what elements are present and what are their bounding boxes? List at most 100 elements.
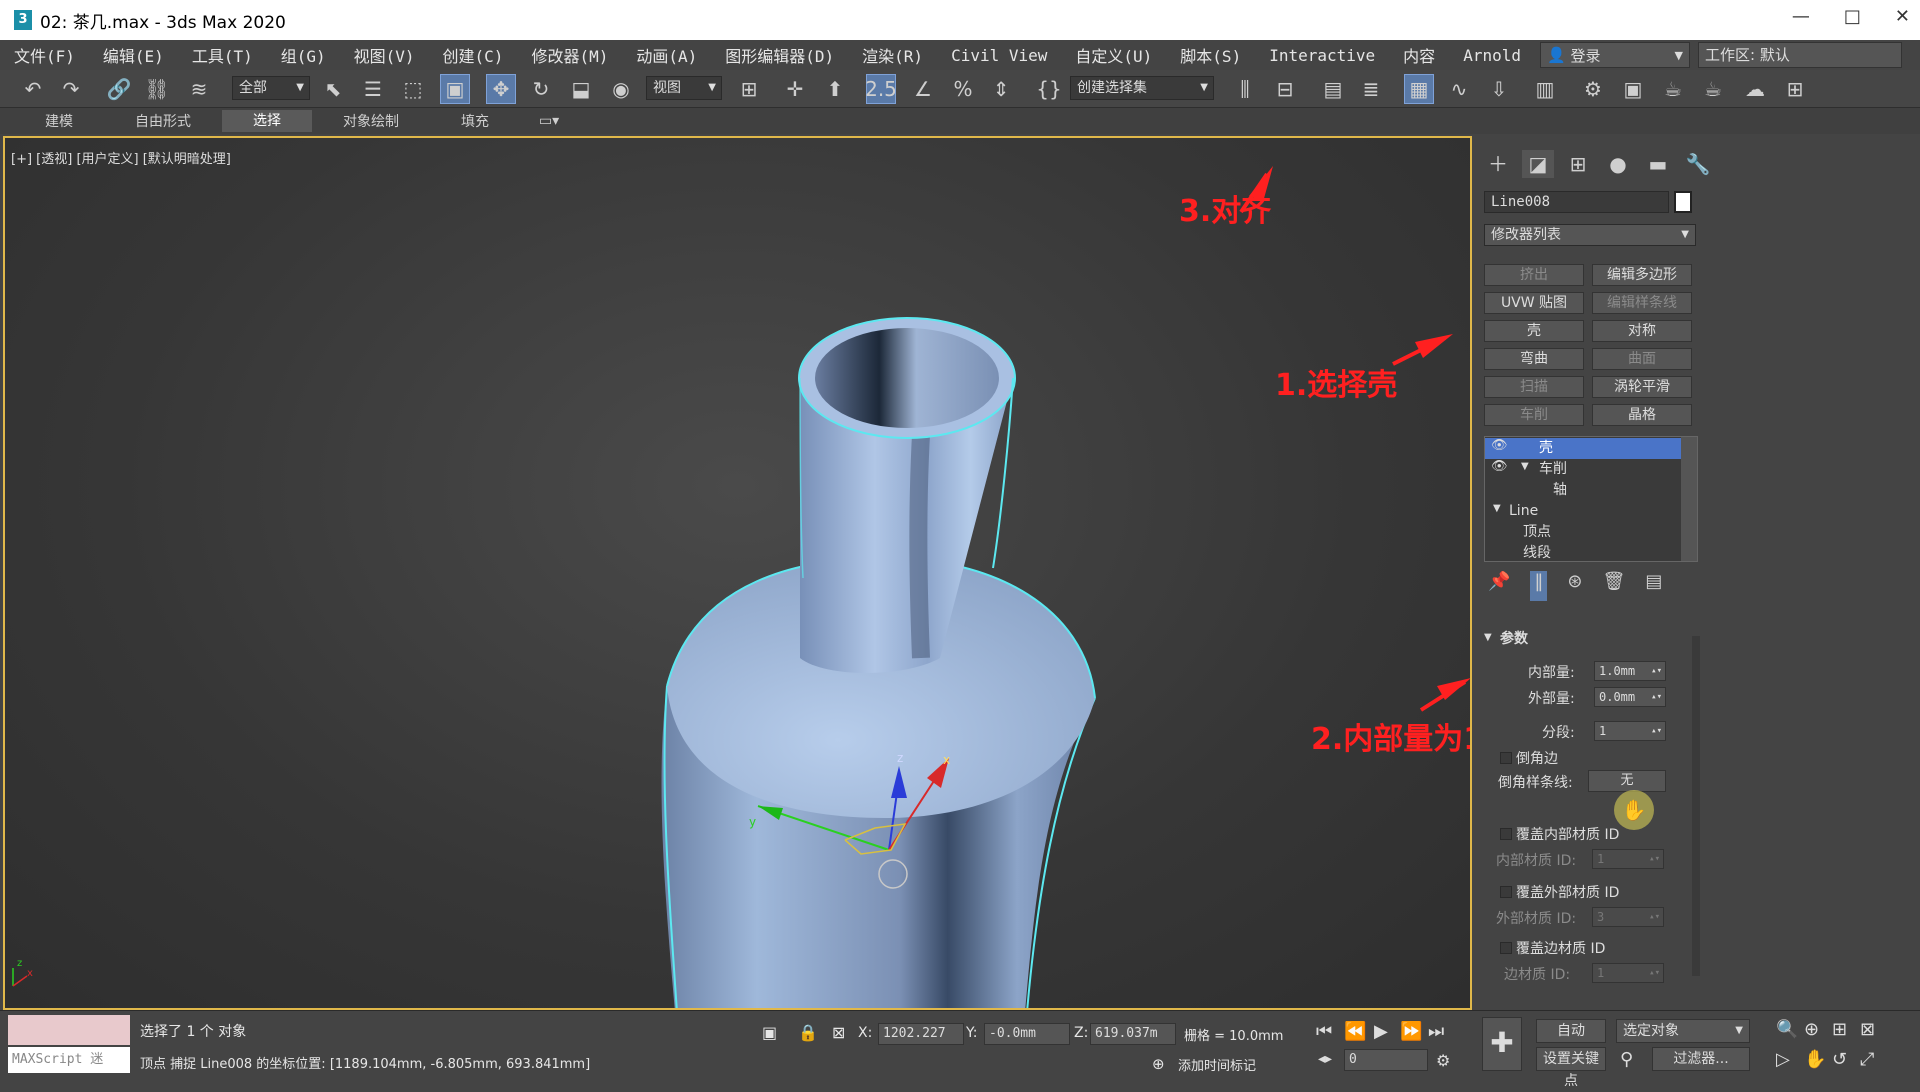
- make-unique-icon[interactable]: ⊛: [1567, 571, 1582, 601]
- select-and-scale-icon[interactable]: ⬓: [566, 74, 596, 104]
- select-object-icon[interactable]: ⬉: [318, 74, 348, 104]
- select-by-name-icon[interactable]: ☰: [358, 74, 388, 104]
- login-dropdown[interactable]: 👤 登录 ▼: [1540, 42, 1690, 68]
- modifier-button-uvw-map[interactable]: UVW 贴图: [1484, 292, 1584, 314]
- stack-scrollbar[interactable]: [1681, 437, 1697, 561]
- maximize-viewport-icon[interactable]: ⤢: [1860, 1049, 1874, 1070]
- inner-matid-spinner[interactable]: 1 ▴▾: [1592, 849, 1664, 869]
- previous-frame-icon[interactable]: ⏪: [1344, 1021, 1366, 1042]
- modifier-button-turbosmooth[interactable]: 涡轮平滑: [1592, 376, 1692, 398]
- collapse-arrow-icon[interactable]: ▼: [1484, 632, 1492, 643]
- lock-selection-icon[interactable]: 🔒: [798, 1023, 818, 1042]
- menu-views[interactable]: 视图(V): [340, 43, 429, 67]
- render-gallery-icon[interactable]: ⊞: [1780, 74, 1810, 104]
- edge-matid-spinner[interactable]: 1 ▴▾: [1592, 963, 1664, 983]
- key-mode-icon[interactable]: ◂▸: [1318, 1051, 1332, 1067]
- stack-item-axis[interactable]: 轴: [1485, 480, 1681, 501]
- menu-edit[interactable]: 编辑(E): [89, 43, 178, 67]
- minimize-button[interactable]: —: [1792, 6, 1810, 27]
- named-selection-dropdown[interactable]: 创建选择集 ▼: [1070, 76, 1214, 100]
- layer-explorer-icon[interactable]: ≣: [1356, 74, 1386, 104]
- motion-tab-icon[interactable]: ●: [1602, 150, 1634, 178]
- manipulate-icon[interactable]: ✛: [780, 74, 810, 104]
- reference-coord-dropdown[interactable]: 视图 ▼: [646, 76, 722, 100]
- object-name-field[interactable]: Line008: [1484, 191, 1669, 213]
- modifier-button-lattice[interactable]: 晶格: [1592, 404, 1692, 426]
- select-and-rotate-icon[interactable]: ↻: [526, 74, 556, 104]
- eye-icon[interactable]: 👁: [1491, 459, 1508, 474]
- select-and-move-icon[interactable]: ✥: [486, 74, 516, 104]
- menu-interactive[interactable]: Interactive: [1255, 46, 1389, 65]
- vase-object[interactable]: y z x x z: [5, 138, 1472, 1010]
- rollout-title[interactable]: 参数: [1500, 628, 1528, 648]
- y-coord-field[interactable]: -0.0mm: [984, 1023, 1070, 1045]
- modifier-button-lathe[interactable]: 车削: [1484, 404, 1584, 426]
- panel-scrollbar[interactable]: [1692, 636, 1700, 976]
- set-key-button[interactable]: 设置关键点: [1536, 1047, 1606, 1089]
- bind-space-warp-icon[interactable]: ≋: [184, 74, 214, 104]
- menu-animation[interactable]: 动画(A): [622, 43, 711, 67]
- angle-snap-icon[interactable]: ∠: [908, 74, 938, 104]
- menu-content[interactable]: 内容: [1389, 43, 1449, 67]
- add-time-tag[interactable]: 添加时间标记: [1178, 1055, 1256, 1074]
- tab-populate[interactable]: 填充: [430, 111, 520, 131]
- scene-explorer-icon[interactable]: ▤: [1318, 74, 1348, 104]
- menu-graph-editors[interactable]: 图形编辑器(D): [711, 43, 848, 67]
- set-keys-icon[interactable]: ⚲: [1620, 1049, 1633, 1070]
- zoom-icon[interactable]: 🔍: [1776, 1019, 1798, 1040]
- remove-modifier-icon[interactable]: 🗑: [1603, 571, 1626, 601]
- edit-named-sets-icon[interactable]: {}: [1034, 74, 1064, 104]
- create-tab-icon[interactable]: ＋: [1482, 150, 1514, 178]
- stack-item-lathe[interactable]: 车削: [1485, 459, 1681, 480]
- go-to-start-icon[interactable]: ⏮: [1316, 1021, 1332, 1042]
- modifier-list-dropdown[interactable]: 修改器列表 ▼: [1484, 224, 1696, 246]
- zoom-all-icon[interactable]: ⊕: [1804, 1019, 1819, 1040]
- redo-icon[interactable]: ↷: [56, 74, 86, 104]
- schematic-view-icon[interactable]: ⇩: [1484, 74, 1514, 104]
- play-icon[interactable]: ▶: [1374, 1021, 1388, 1042]
- menu-scripting[interactable]: 脚本(S): [1166, 43, 1255, 67]
- modifier-button-symmetry[interactable]: 对称: [1592, 320, 1692, 342]
- unlink-icon[interactable]: ⛓: [142, 74, 172, 104]
- menu-modifiers[interactable]: 修改器(M): [517, 43, 622, 67]
- spinner-snap-icon[interactable]: ⇕: [986, 74, 1016, 104]
- current-frame-field[interactable]: 0: [1344, 1049, 1428, 1071]
- rect-selection-icon[interactable]: ⬚: [398, 74, 428, 104]
- override-outer-matid-checkbox[interactable]: [1500, 886, 1512, 898]
- zoom-extents-all-icon[interactable]: ⊠: [1860, 1019, 1875, 1040]
- ribbon-options-icon[interactable]: ▭▾: [534, 113, 564, 129]
- object-color-swatch[interactable]: [1674, 191, 1692, 213]
- render-iterative-icon[interactable]: ☕: [1698, 74, 1728, 104]
- z-coord-field[interactable]: 619.037m: [1090, 1023, 1176, 1045]
- utilities-tab-icon[interactable]: 🔧: [1682, 150, 1714, 178]
- align-icon[interactable]: ⊟: [1270, 74, 1300, 104]
- rendered-frame-icon[interactable]: ▣: [1618, 74, 1648, 104]
- orbit-icon[interactable]: ↺: [1832, 1049, 1847, 1070]
- modifier-button-surface[interactable]: 曲面: [1592, 348, 1692, 370]
- x-coord-field[interactable]: 1202.227: [878, 1023, 964, 1045]
- next-frame-icon[interactable]: ⏩: [1400, 1021, 1422, 1042]
- menu-file[interactable]: 文件(F): [0, 43, 89, 67]
- undo-icon[interactable]: ↶: [18, 74, 48, 104]
- segments-spinner[interactable]: 1 ▴▾: [1594, 721, 1666, 741]
- pin-stack-icon[interactable]: 📌: [1488, 571, 1510, 601]
- maxscript-mini-listener[interactable]: MAXScript 迷: [8, 1047, 130, 1073]
- material-editor-icon[interactable]: ▥: [1530, 74, 1560, 104]
- menu-create[interactable]: 创建(C): [429, 43, 518, 67]
- stack-item-line[interactable]: Line: [1485, 501, 1681, 522]
- bevel-spline-button[interactable]: 无: [1588, 770, 1666, 792]
- stack-item-shell[interactable]: 壳: [1485, 438, 1681, 459]
- isolate-selection-icon[interactable]: ▣: [762, 1023, 777, 1042]
- select-and-place-icon[interactable]: ◉: [606, 74, 636, 104]
- maxscript-listener[interactable]: [8, 1015, 130, 1045]
- menu-rendering[interactable]: 渲染(R): [848, 43, 937, 67]
- field-of-view-icon[interactable]: ▷: [1776, 1049, 1790, 1070]
- expand-arrow-icon[interactable]: ▼: [1493, 503, 1501, 514]
- menu-group[interactable]: 组(G): [267, 43, 340, 67]
- new-scene-explorer-icon[interactable]: ✚: [1482, 1017, 1522, 1071]
- go-to-end-icon[interactable]: ⏭: [1428, 1021, 1444, 1042]
- render-production-icon[interactable]: ☕: [1658, 74, 1688, 104]
- display-tab-icon[interactable]: ▬: [1642, 150, 1674, 178]
- link-icon[interactable]: 🔗: [104, 74, 134, 104]
- pan-icon[interactable]: ✋: [1804, 1049, 1826, 1070]
